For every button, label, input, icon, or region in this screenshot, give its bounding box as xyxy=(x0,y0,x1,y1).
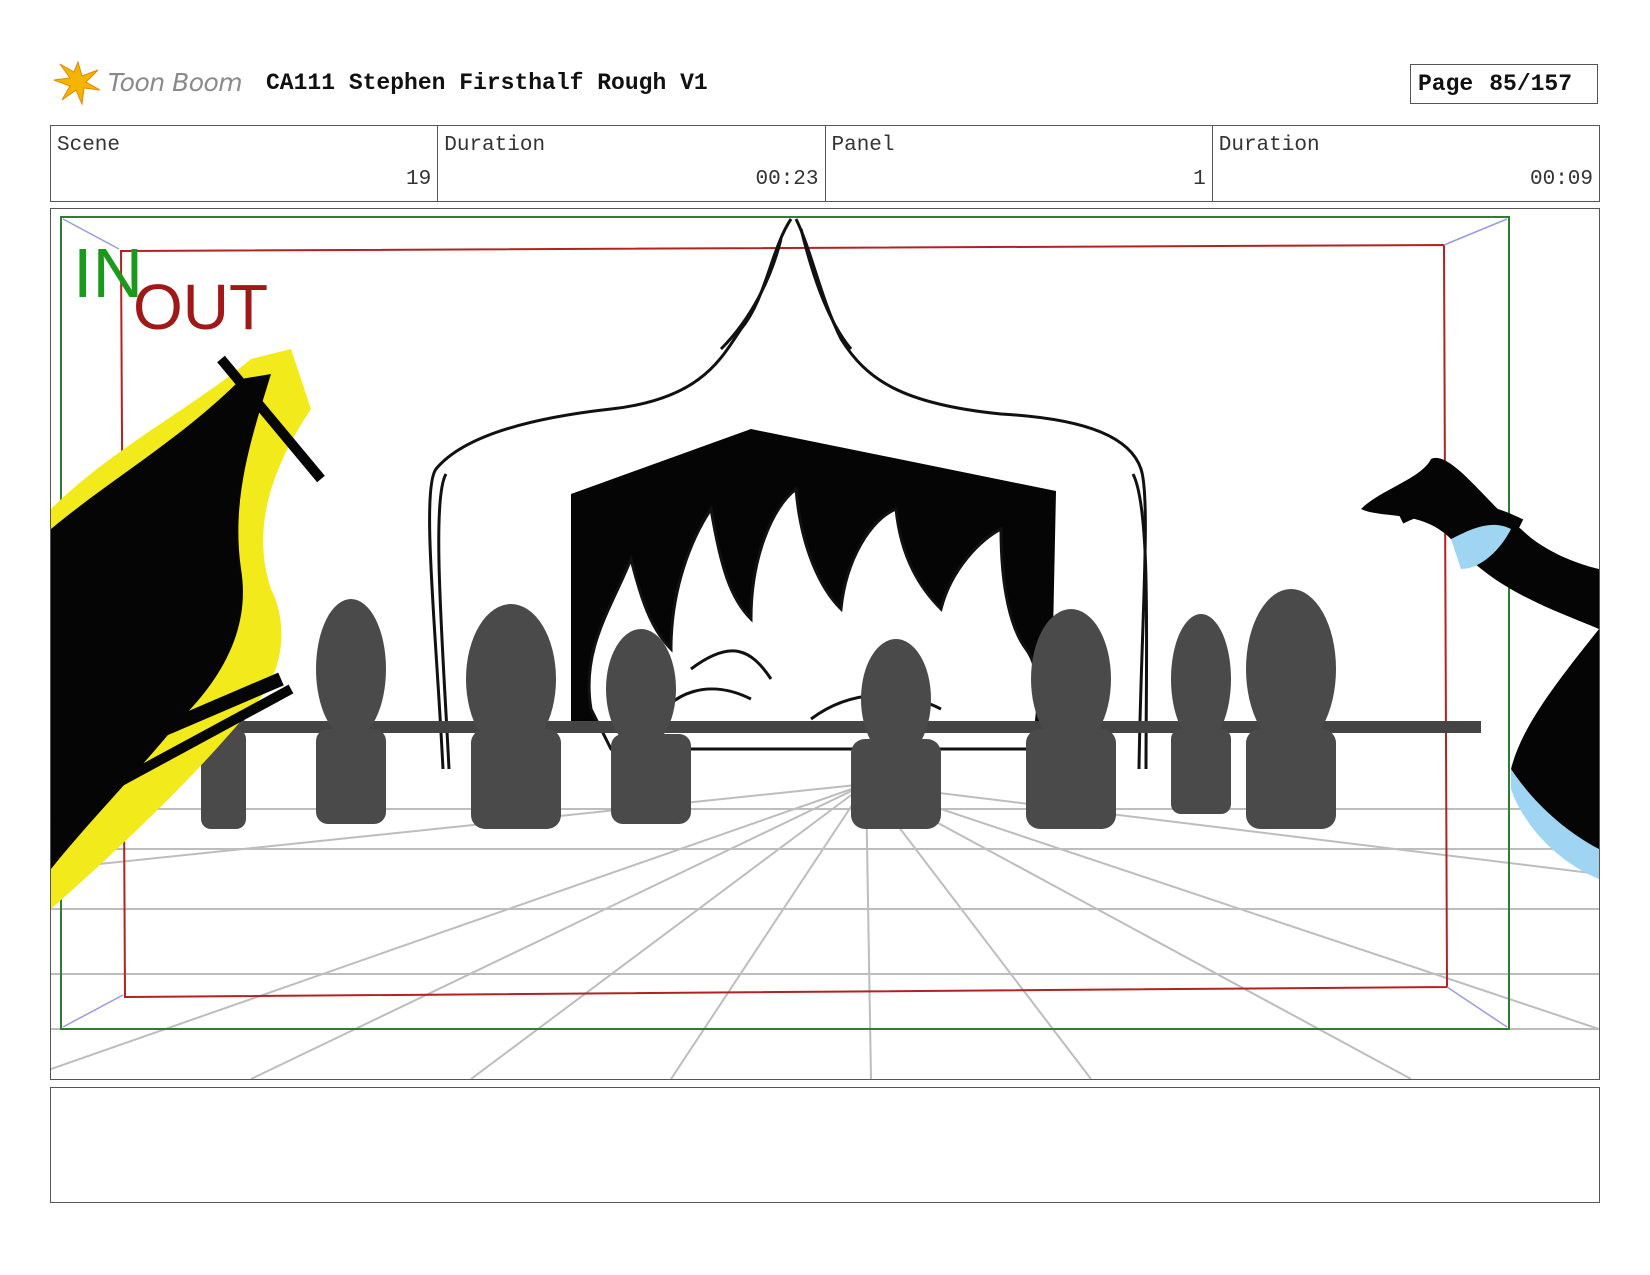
scene-label: Scene xyxy=(57,134,121,157)
panel-label: Panel xyxy=(831,134,895,157)
page-number: 85/157 xyxy=(1489,71,1573,97)
scene-duration-value: 00:23 xyxy=(755,168,819,191)
panel-duration-label: Duration xyxy=(1218,134,1320,157)
storyboard-sketch: IN OUT xyxy=(51,216,1599,1079)
document-title: CA111 Stephen Firsthalf Rough V1 xyxy=(266,70,708,96)
floor-grid xyxy=(51,783,1599,1079)
storyboard-panel-frame: IN OUT xyxy=(50,208,1600,1080)
left-foreground-figure xyxy=(51,349,325,909)
toon-boom-star-icon xyxy=(53,60,101,106)
panel-cell: Panel 1 xyxy=(826,126,1213,201)
caption-box xyxy=(50,1087,1600,1203)
scene-cell: Scene 19 xyxy=(51,126,439,201)
toon-boom-logo: Toon Boom xyxy=(52,56,243,108)
brand-name: Toon Boom xyxy=(108,67,243,97)
scene-duration-cell: Duration 00:23 xyxy=(438,126,826,201)
panel-value: 1 xyxy=(1193,168,1206,191)
panel-duration-cell: Duration 00:09 xyxy=(1213,126,1599,201)
out-label: OUT xyxy=(133,271,268,343)
scene-duration-label: Duration xyxy=(444,134,546,157)
panel-duration-value: 00:09 xyxy=(1529,168,1593,191)
scene-value: 19 xyxy=(406,168,432,191)
right-foreground-figure xyxy=(1361,457,1599,879)
scene-info-row: Scene 19 Duration 00:23 Panel 1 Duration… xyxy=(50,125,1600,202)
page-indicator: Page 85/157 xyxy=(1410,64,1598,104)
page-label: Page xyxy=(1418,71,1474,97)
